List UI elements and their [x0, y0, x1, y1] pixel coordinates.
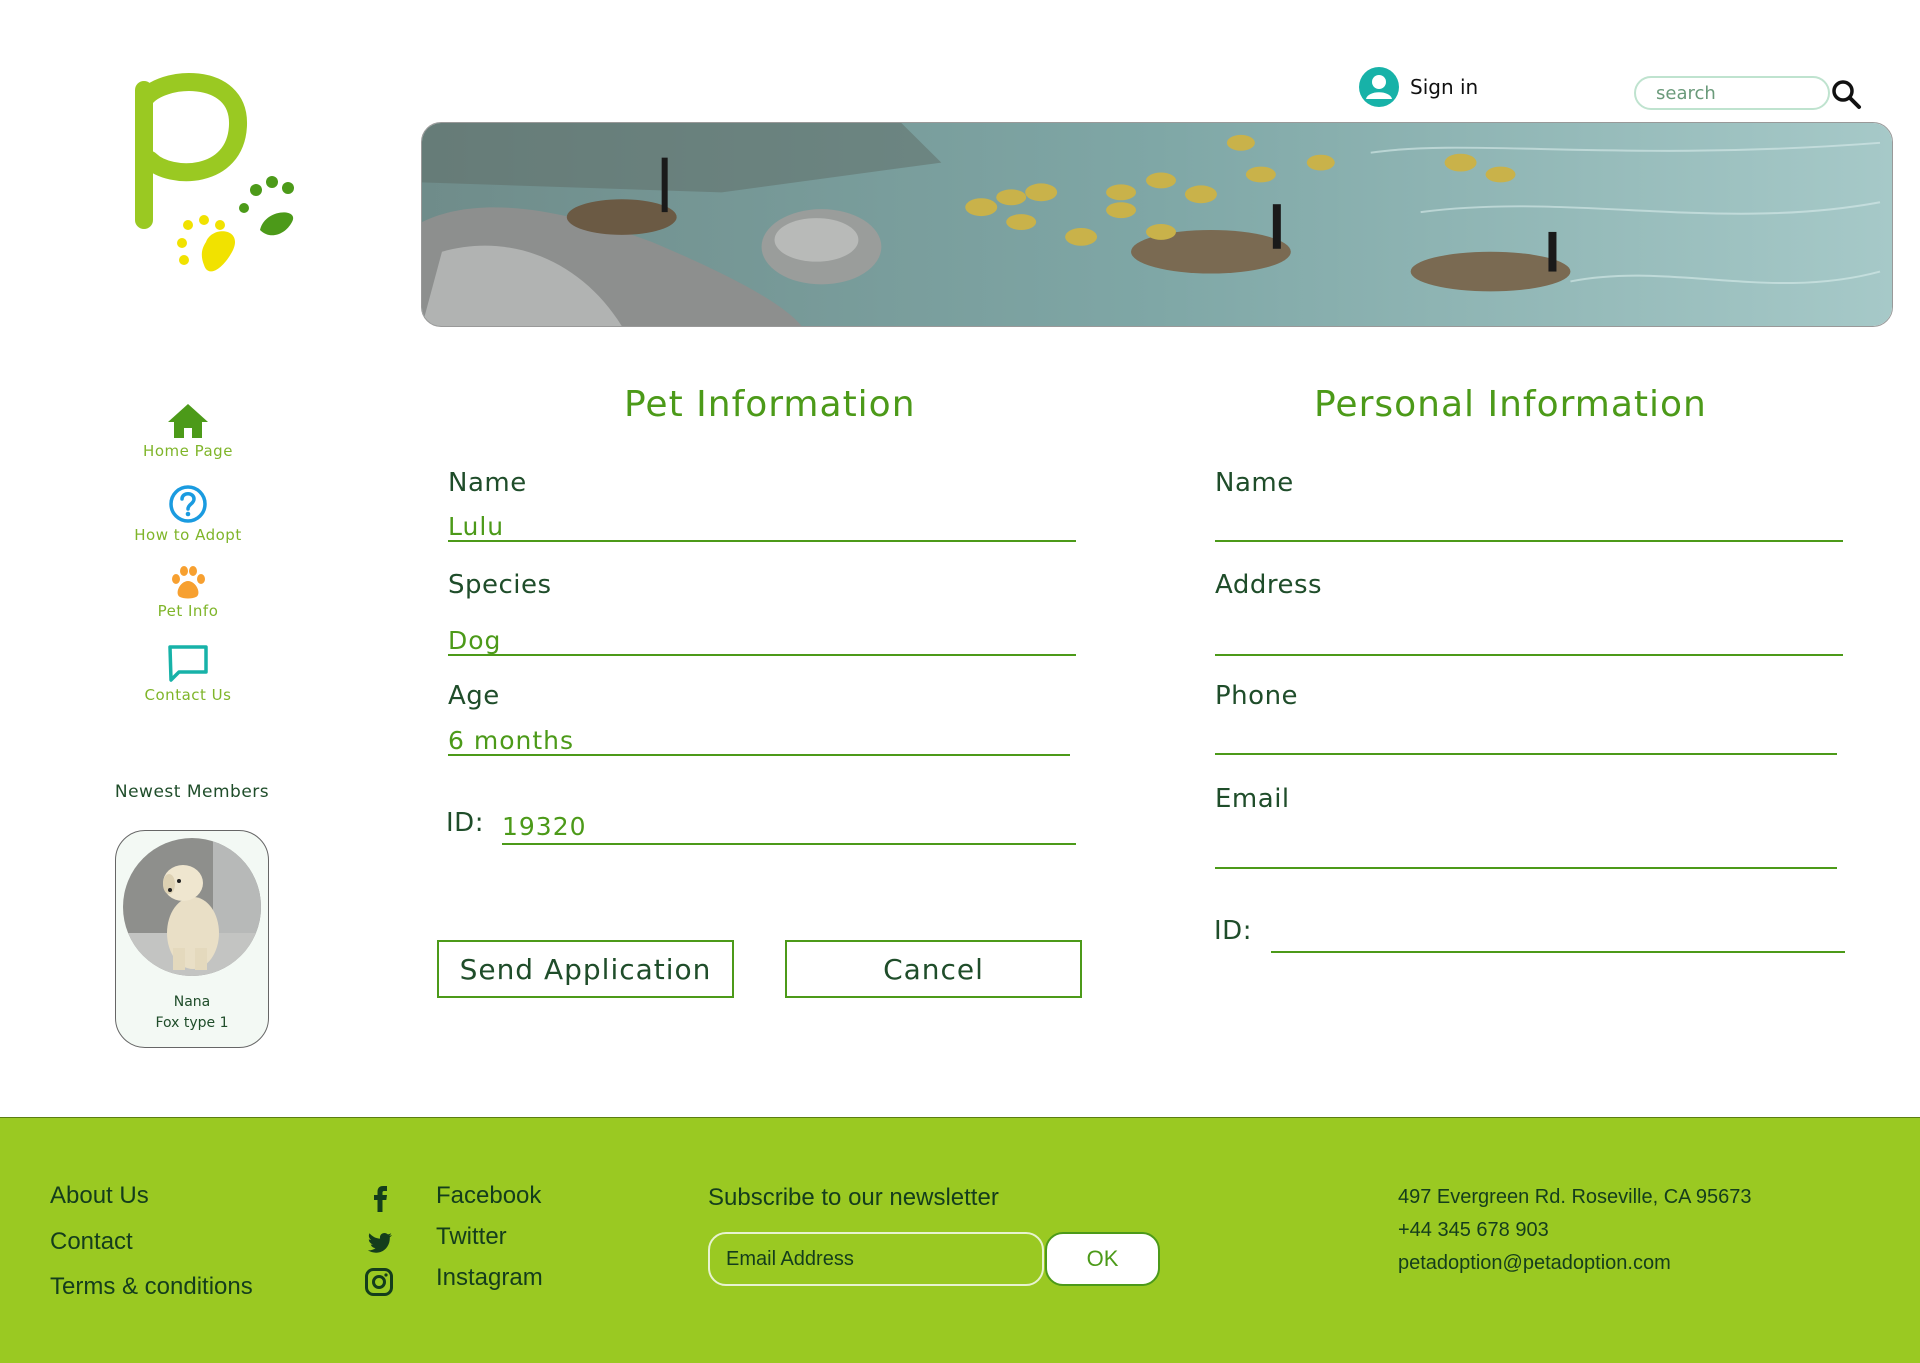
send-application-button[interactable]: Send Application	[437, 940, 734, 998]
footer-link-about-us[interactable]: About Us	[50, 1182, 149, 1210]
pet-name-underline	[448, 540, 1076, 542]
personal-name-underline	[1215, 540, 1843, 542]
paw-icon	[172, 566, 205, 599]
search-box	[1634, 76, 1830, 110]
age-label: Age	[448, 681, 500, 711]
personal-id-field[interactable]	[1271, 914, 1841, 943]
personal-name-field[interactable]	[1215, 508, 1835, 537]
newest-members-title: Newest Members	[114, 782, 270, 802]
personal-name-label: Name	[1215, 468, 1294, 498]
newsletter-ok-button[interactable]: OK	[1045, 1232, 1160, 1286]
age-underline	[448, 754, 1070, 756]
personal-id-underline	[1271, 951, 1845, 953]
personal-information-title: Personal Information	[1314, 384, 1707, 425]
nav-contact-us-label: Contact Us	[144, 686, 232, 704]
email-field[interactable]	[1215, 832, 1830, 861]
species-label: Species	[448, 570, 552, 600]
nav-home-label: Home Page	[143, 442, 233, 460]
facebook-icon[interactable]	[365, 1182, 395, 1212]
member-card[interactable]: Nana Fox type 1	[115, 830, 269, 1048]
facebook-link[interactable]: Facebook	[436, 1182, 541, 1210]
footer: About Us Contact Terms & conditions Face…	[0, 1117, 1920, 1363]
footer-address: 497 Evergreen Rd. Roseville, CA 95673	[1398, 1186, 1752, 1208]
nav-how-to-adopt[interactable]: How to Adopt	[118, 484, 258, 544]
user-icon	[1359, 67, 1399, 107]
instagram-link[interactable]: Instagram	[436, 1264, 543, 1292]
species-field[interactable]	[448, 626, 1068, 655]
nav-pet-info[interactable]: Pet Info	[118, 564, 258, 620]
hero-banner-image	[421, 122, 1893, 327]
member-type: Fox type 1	[155, 1015, 229, 1031]
phone-label: Phone	[1215, 681, 1299, 711]
footer-link-terms[interactable]: Terms & conditions	[50, 1273, 253, 1301]
nav-home-page[interactable]: Home Page	[118, 402, 258, 460]
address-field[interactable]	[1215, 620, 1835, 649]
newsletter-email-input[interactable]	[708, 1232, 1044, 1286]
newsletter-title: Subscribe to our newsletter	[708, 1184, 999, 1211]
chat-icon	[168, 645, 208, 682]
nav-contact-us[interactable]: Contact Us	[118, 644, 258, 704]
phone-field[interactable]	[1215, 720, 1830, 749]
member-avatar	[123, 838, 261, 976]
footer-phone: +44 345 678 903	[1398, 1219, 1549, 1241]
cancel-button[interactable]: Cancel	[785, 940, 1082, 998]
member-name: Nana	[173, 994, 211, 1010]
twitter-icon[interactable]	[364, 1228, 394, 1258]
email-label: Email	[1215, 784, 1290, 814]
species-underline	[448, 654, 1076, 656]
footer-link-contact[interactable]: Contact	[50, 1228, 133, 1256]
pet-id-field[interactable]	[502, 812, 1072, 841]
question-icon	[169, 485, 207, 523]
personal-id-label: ID:	[1214, 916, 1252, 946]
search-input[interactable]	[1634, 76, 1830, 110]
sign-in-label: Sign in	[1410, 75, 1479, 99]
age-field[interactable]	[448, 726, 1068, 755]
instagram-icon[interactable]	[364, 1267, 394, 1297]
phone-underline	[1215, 753, 1837, 755]
pet-information-title: Pet Information	[624, 384, 916, 425]
twitter-link[interactable]: Twitter	[436, 1223, 507, 1251]
pet-name-field[interactable]	[448, 512, 1068, 541]
sign-in-link[interactable]: Sign in	[1358, 66, 1478, 108]
search-icon[interactable]	[1830, 78, 1862, 110]
footer-email[interactable]: petadoption@petadoption.com	[1398, 1252, 1671, 1275]
nav-pet-info-label: Pet Info	[157, 602, 219, 620]
pet-id-underline	[502, 843, 1076, 845]
pet-id-label: ID:	[446, 808, 484, 838]
pet-name-label: Name	[448, 468, 527, 498]
email-underline	[1215, 867, 1837, 869]
logo[interactable]	[120, 70, 310, 290]
home-icon	[168, 404, 208, 438]
address-label: Address	[1215, 570, 1323, 600]
address-underline	[1215, 654, 1843, 656]
nav-how-to-adopt-label: How to Adopt	[134, 526, 242, 544]
